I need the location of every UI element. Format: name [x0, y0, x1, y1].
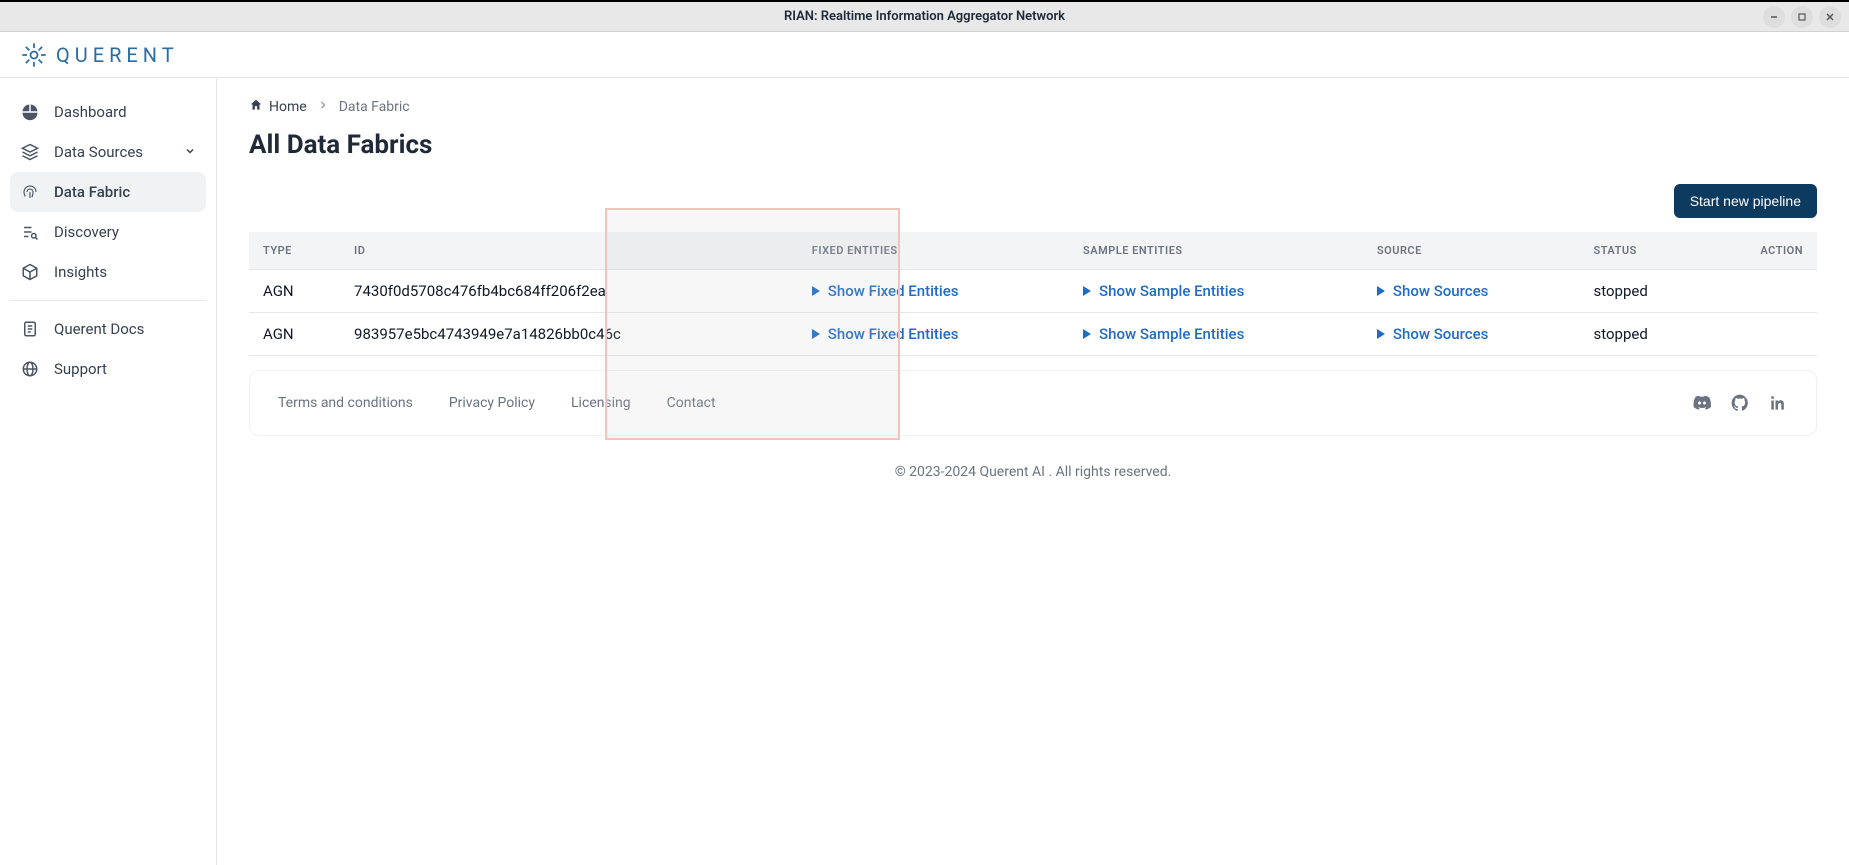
play-icon	[1377, 286, 1385, 296]
play-icon	[812, 329, 820, 339]
footer-licensing[interactable]: Licensing	[571, 395, 631, 411]
footer-privacy[interactable]: Privacy Policy	[449, 395, 535, 411]
cell-action	[1707, 313, 1817, 356]
sidebar-label: Support	[54, 360, 107, 378]
sidebar-label: Querent Docs	[54, 320, 144, 338]
col-action: ACTION	[1707, 232, 1817, 270]
cell-id: 983957e5bc4743949e7a14826bb0c46c	[340, 313, 798, 356]
cell-type: AGN	[249, 270, 340, 313]
sidebar: Dashboard Data Sources Data Fabric Disco…	[0, 78, 217, 865]
app-header: QUERENT	[0, 32, 1849, 78]
show-sources[interactable]: Show Sources	[1377, 325, 1488, 343]
home-icon	[249, 98, 263, 116]
breadcrumb-home[interactable]: Home	[249, 98, 307, 116]
cube-icon	[20, 262, 40, 282]
discord-icon[interactable]	[1692, 393, 1712, 413]
minimize-button[interactable]	[1763, 6, 1785, 28]
sidebar-item-support[interactable]: Support	[10, 349, 206, 389]
linkedin-icon[interactable]	[1768, 393, 1788, 413]
window-title: RIAN: Realtime Information Aggregator Ne…	[784, 9, 1065, 24]
page-title: All Data Fabrics	[249, 130, 1817, 160]
start-pipeline-button[interactable]: Start new pipeline	[1674, 184, 1817, 218]
github-icon[interactable]	[1730, 393, 1750, 413]
sidebar-item-data-fabric[interactable]: Data Fabric	[10, 172, 206, 212]
show-sample-entities[interactable]: Show Sample Entities	[1083, 282, 1244, 300]
sidebar-label: Insights	[54, 263, 107, 281]
footer-card: Terms and conditions Privacy Policy Lice…	[249, 370, 1817, 436]
col-source: SOURCE	[1363, 232, 1580, 270]
show-fixed-entities[interactable]: Show Fixed Entities	[812, 282, 959, 300]
data-fabric-table: TYPE ID FIXED ENTITIES SAMPLE ENTITIES S…	[249, 232, 1817, 356]
sidebar-divider	[10, 300, 206, 301]
breadcrumb: Home Data Fabric	[249, 98, 1817, 116]
action-row: Start new pipeline	[249, 184, 1817, 218]
search-doc-icon	[20, 222, 40, 242]
footer-terms[interactable]: Terms and conditions	[278, 395, 413, 411]
logo[interactable]: QUERENT	[20, 41, 179, 69]
window-titlebar: RIAN: Realtime Information Aggregator Ne…	[0, 0, 1849, 32]
col-fixed: FIXED ENTITIES	[798, 232, 1069, 270]
sidebar-item-data-sources[interactable]: Data Sources	[10, 132, 206, 172]
show-sample-entities[interactable]: Show Sample Entities	[1083, 325, 1244, 343]
table-row: AGN983957e5bc4743949e7a14826bb0c46c Show …	[249, 313, 1817, 356]
show-sources[interactable]: Show Sources	[1377, 282, 1488, 300]
chevron-right-icon	[317, 99, 329, 115]
play-icon	[812, 286, 820, 296]
sidebar-item-dashboard[interactable]: Dashboard	[10, 92, 206, 132]
breadcrumb-current: Data Fabric	[339, 99, 410, 115]
cell-status: stopped	[1580, 313, 1708, 356]
chevron-down-icon	[184, 145, 196, 160]
main-content: Home Data Fabric All Data Fabrics Start …	[217, 78, 1849, 865]
play-icon	[1083, 329, 1091, 339]
pie-icon	[20, 102, 40, 122]
maximize-button[interactable]	[1791, 6, 1813, 28]
col-id: ID	[340, 232, 798, 270]
footer-links: Terms and conditions Privacy Policy Lice…	[278, 395, 716, 411]
cell-type: AGN	[249, 313, 340, 356]
play-icon	[1377, 329, 1385, 339]
col-type: TYPE	[249, 232, 340, 270]
layers-icon	[20, 142, 40, 162]
globe-icon	[20, 359, 40, 379]
sidebar-item-discovery[interactable]: Discovery	[10, 212, 206, 252]
play-icon	[1083, 286, 1091, 296]
cell-status: stopped	[1580, 270, 1708, 313]
col-status: STATUS	[1580, 232, 1708, 270]
cell-id: 7430f0d5708c476fb4bc684ff206f2ea	[340, 270, 798, 313]
fingerprint-icon	[20, 182, 40, 202]
copyright: © 2023-2024 Querent AI . All rights rese…	[249, 464, 1817, 480]
logo-icon	[20, 41, 48, 69]
cell-action	[1707, 270, 1817, 313]
col-sample: SAMPLE ENTITIES	[1069, 232, 1363, 270]
social-links	[1692, 393, 1788, 413]
show-fixed-entities[interactable]: Show Fixed Entities	[812, 325, 959, 343]
window-controls	[1763, 6, 1841, 28]
sidebar-label: Discovery	[54, 223, 119, 241]
footer-contact[interactable]: Contact	[667, 395, 716, 411]
sidebar-label: Dashboard	[54, 103, 127, 121]
sidebar-label: Data Sources	[54, 143, 143, 161]
sidebar-item-docs[interactable]: Querent Docs	[10, 309, 206, 349]
sidebar-item-insights[interactable]: Insights	[10, 252, 206, 292]
close-button[interactable]	[1819, 6, 1841, 28]
logo-text: QUERENT	[56, 43, 179, 67]
table-row: AGN7430f0d5708c476fb4bc684ff206f2ea Show …	[249, 270, 1817, 313]
sidebar-label: Data Fabric	[54, 183, 130, 201]
clipboard-icon	[20, 319, 40, 339]
